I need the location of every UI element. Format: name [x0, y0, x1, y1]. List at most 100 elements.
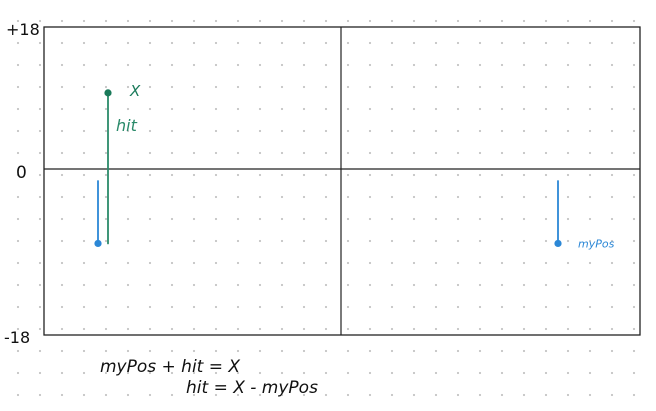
grid-dot	[258, 63, 262, 67]
grid-dot	[192, 239, 196, 243]
grid-dot	[280, 283, 284, 287]
grid-dot	[16, 393, 20, 397]
grid-dot	[610, 349, 614, 353]
grid-dot	[368, 283, 372, 287]
grid-dot	[390, 261, 394, 265]
grid-dot	[302, 151, 306, 155]
grid-dot	[192, 85, 196, 89]
grid-dot	[544, 107, 548, 111]
grid-dot	[214, 305, 218, 309]
grid-dot	[346, 63, 350, 67]
grid-dot	[258, 283, 262, 287]
grid-dot	[170, 349, 174, 353]
grid-dot	[500, 41, 504, 45]
grid-dot	[170, 283, 174, 287]
axis-bottom-label: -18	[4, 328, 30, 347]
grid-dot	[280, 85, 284, 89]
grid-dot	[522, 349, 526, 353]
grid-dot	[60, 239, 64, 243]
grid-dot	[214, 63, 218, 67]
grid-dot	[148, 129, 152, 133]
grid-dot	[566, 261, 570, 265]
grid-dot	[368, 129, 372, 133]
grid-dot	[38, 85, 42, 89]
grid-dot	[214, 107, 218, 111]
grid-dot	[302, 283, 306, 287]
grid-dot	[104, 393, 108, 397]
grid-dot	[104, 85, 108, 89]
grid-dot	[170, 85, 174, 89]
grid-dot	[346, 393, 350, 397]
grid-dot	[126, 327, 130, 331]
grid-dot	[434, 19, 438, 23]
grid-dot	[38, 371, 42, 375]
grid-dot	[82, 349, 86, 353]
grid-dot	[566, 239, 570, 243]
grid-dot	[390, 305, 394, 309]
grid-dot	[104, 283, 108, 287]
grid-dot	[104, 349, 108, 353]
mypos-point-left	[94, 239, 102, 248]
grid-dot	[390, 195, 394, 199]
grid-dot	[16, 349, 20, 353]
grid-dot	[258, 173, 262, 177]
grid-dot	[434, 151, 438, 155]
grid-dot	[368, 19, 372, 23]
grid-dot	[126, 393, 130, 397]
grid-dot	[368, 261, 372, 265]
grid-dot	[280, 41, 284, 45]
grid-dot	[566, 349, 570, 353]
grid-dot	[38, 305, 42, 309]
grid-dot	[38, 393, 42, 397]
grid-dot	[434, 41, 438, 45]
grid-dot	[258, 349, 262, 353]
grid-dot	[302, 85, 306, 89]
grid-dot	[478, 107, 482, 111]
grid-dot	[302, 349, 306, 353]
grid-dot	[346, 129, 350, 133]
grid-dot	[544, 217, 548, 221]
grid-dot	[588, 63, 592, 67]
grid-dot	[522, 261, 526, 265]
grid-dot	[588, 195, 592, 199]
grid-dot	[192, 195, 196, 199]
grid-dot	[346, 41, 350, 45]
grid-dot	[302, 305, 306, 309]
grid-dot	[368, 371, 372, 375]
grid-dot	[346, 261, 350, 265]
grid-dot	[82, 283, 86, 287]
grid-dot	[236, 173, 240, 177]
grid-dot	[566, 63, 570, 67]
grid-dot	[280, 19, 284, 23]
grid-dot	[610, 217, 614, 221]
grid-dot	[390, 173, 394, 177]
grid-dot	[544, 173, 548, 177]
grid-dot	[412, 63, 416, 67]
grid-dot	[478, 371, 482, 375]
grid-dot	[60, 129, 64, 133]
grid-dot	[588, 305, 592, 309]
grid-dot	[38, 327, 42, 331]
grid-dot	[500, 173, 504, 177]
grid-dot	[522, 63, 526, 67]
grid-dot	[412, 129, 416, 133]
grid-dot	[632, 217, 636, 221]
grid-dot	[302, 19, 306, 23]
grid-dot	[500, 107, 504, 111]
grid-dot	[148, 19, 152, 23]
grid-dot	[302, 41, 306, 45]
grid-dot	[610, 283, 614, 287]
grid-dot	[346, 305, 350, 309]
grid-dot	[38, 349, 42, 353]
grid-dot	[588, 107, 592, 111]
grid-dot	[280, 129, 284, 133]
grid-dot	[434, 129, 438, 133]
grid-dot	[478, 327, 482, 331]
grid-dot	[280, 349, 284, 353]
grid-dot	[236, 129, 240, 133]
grid-dot	[346, 151, 350, 155]
grid-dot	[632, 239, 636, 243]
grid-dot	[214, 195, 218, 199]
grid-dot	[324, 305, 328, 309]
grid-dot	[104, 151, 108, 155]
